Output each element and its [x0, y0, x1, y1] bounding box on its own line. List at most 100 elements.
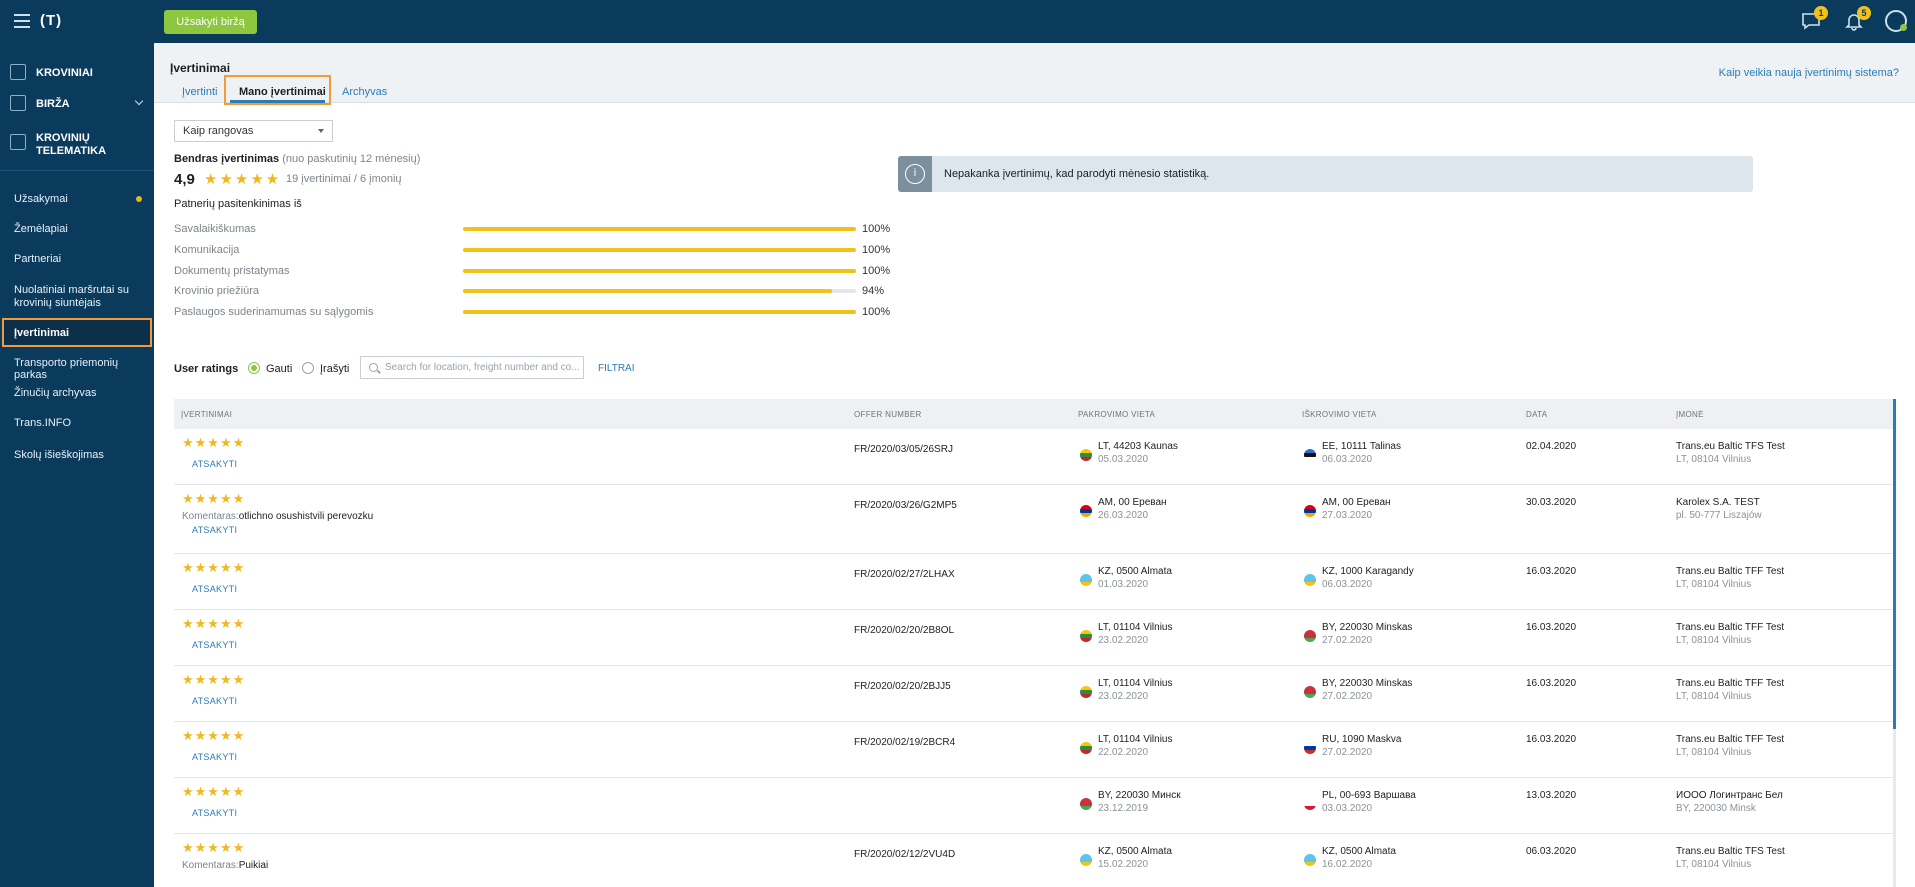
help-link[interactable]: Kaip veikia nauja įvertinimų sistema?	[1719, 67, 1899, 79]
chevron-down-icon	[134, 96, 144, 106]
column-header[interactable]: IŠKROVIMO VIETA	[1302, 410, 1377, 419]
menu-icon[interactable]	[14, 14, 30, 28]
order-exchange-button[interactable]: Užsakyti biržą	[164, 10, 257, 34]
offer-number[interactable]: FR/2020/03/05/26SRJ	[854, 444, 953, 455]
radio-written[interactable]	[302, 362, 314, 374]
column-header[interactable]: OFFER NUMBER	[854, 410, 922, 419]
company-address: LT, 08104 Vilnius	[1676, 691, 1752, 702]
company-name[interactable]: ИООО Логинтранс Бел	[1676, 790, 1783, 801]
loading-date: 23.02.2020	[1098, 635, 1149, 646]
sidebar-item-transinfo[interactable]: Trans.INFO	[0, 417, 154, 429]
role-select[interactable]: Kaip rangovas	[174, 120, 333, 142]
offer-number[interactable]: FR/2020/02/20/2BJJ5	[854, 681, 951, 692]
offer-number[interactable]: FR/2020/02/20/2B8OL	[854, 625, 954, 636]
user-avatar[interactable]	[1885, 10, 1907, 32]
reply-link[interactable]: ATSAKYTI	[192, 640, 237, 650]
unloading-place: KZ, 1000 Karagandy	[1322, 566, 1414, 577]
flag-am-icon	[1304, 505, 1316, 517]
rating-stars: ★★★★★	[182, 672, 246, 687]
sidebar-item-label: Žemėlapiai	[14, 223, 68, 235]
sidebar: KROVINIAI BIRŽA KROVINIŲ TELEMATIKA Užsa…	[0, 43, 154, 887]
criteria-bar-fill	[463, 227, 856, 231]
sidebar-item-partners[interactable]: Partneriai	[0, 253, 154, 265]
sidebar-item-orders[interactable]: Užsakymai	[0, 193, 154, 205]
reply-link[interactable]: ATSAKYTI	[192, 525, 237, 535]
table-row[interactable]: ★★★★★ Komentaras:Puikiai FR/2020/02/12/2VU…	[174, 834, 1896, 887]
notifications-button[interactable]: 5	[1843, 6, 1871, 32]
reply-link[interactable]: ATSAKYTI	[192, 584, 237, 594]
table-row[interactable]: ★★★★★ ATSAKYTI FR/2020/02/20/2BJJ5 LT, 0110…	[174, 666, 1896, 722]
table-row[interactable]: ★★★★★ ATSAKYTI BY, 220030 Минск 23.12.2019 P…	[174, 778, 1896, 834]
company-name[interactable]: Trans.eu Baltic TFF Test	[1676, 734, 1784, 745]
sidebar-item-label: Partneriai	[14, 253, 62, 265]
scrollbar-thumb[interactable]	[1893, 399, 1896, 729]
rating-stars: ★★★★★	[182, 784, 246, 799]
radio-received[interactable]	[248, 362, 260, 374]
reply-link[interactable]: ATSAKYTI	[192, 808, 237, 818]
criteria-label: Dokumentų pristatymas	[174, 265, 290, 277]
rating-date: 30.03.2020	[1526, 497, 1577, 508]
column-header[interactable]: DATA	[1526, 410, 1547, 419]
rating-comment: Komentaras:Puikiai	[182, 860, 268, 871]
company-address: LT, 08104 Vilnius	[1676, 859, 1752, 870]
overall-period: (nuo paskutinių 12 mėnesių)	[282, 153, 421, 165]
reply-link[interactable]: ATSAKYTI	[192, 696, 237, 706]
sidebar-item-ratings[interactable]: Įvertinimai	[0, 327, 154, 339]
offer-number[interactable]: FR/2020/02/19/2BCR4	[854, 737, 955, 748]
sidebar-item-message-archive[interactable]: Žinučių archyvas	[0, 387, 154, 399]
offer-number[interactable]: FR/2020/02/12/2VU4D	[854, 849, 955, 860]
overall-title-text: Bendras įvertinimas	[174, 153, 280, 165]
criteria-percent: 100%	[862, 223, 891, 235]
column-header[interactable]: ĮVERTINIMAI	[181, 410, 232, 419]
table-row[interactable]: ★★★★★ ATSAKYTI FR/2020/02/19/2BCR4 LT, 0110…	[174, 722, 1896, 778]
sidebar-item-label: krovinių siuntėjais	[14, 297, 101, 309]
flag-ee-icon	[1304, 449, 1316, 461]
logo[interactable]: (T)	[40, 12, 62, 29]
company-name[interactable]: Trans.eu Baltic TFF Test	[1676, 622, 1784, 633]
sidebar-item-routes[interactable]: Nuolatiniai maršrutai su krovinių siuntė…	[0, 284, 154, 309]
company-name[interactable]: Trans.eu Baltic TFF Test	[1676, 678, 1784, 689]
radio-received-label[interactable]: Gauti	[266, 363, 292, 375]
rating-stars: ★★★★★	[182, 840, 246, 855]
sidebar-item-debt-collection[interactable]: Skolų išieškojimas	[0, 449, 154, 461]
sidebar-item-fleet[interactable]: Transporto priemonių parkas	[0, 357, 154, 381]
table-row[interactable]: ★★★★★ ATSAKYTI FR/2020/03/05/26SRJ LT, 4420…	[174, 429, 1896, 485]
company-name[interactable]: Karolex S.A. TEST	[1676, 497, 1760, 508]
table-scrollbar[interactable]	[1893, 399, 1896, 887]
rating-date: 13.03.2020	[1526, 790, 1577, 801]
radio-written-label[interactable]: Įrašyti	[320, 363, 349, 375]
flag-by-icon	[1080, 798, 1092, 810]
tab-archive[interactable]: Archyvas	[342, 86, 387, 98]
company-address: LT, 08104 Vilnius	[1676, 454, 1752, 465]
table-row[interactable]: ★★★★★ Komentaras:otlichno osushistvili pe…	[174, 485, 1896, 554]
sidebar-section-label: TELEMATIKA	[36, 145, 107, 157]
tab-my-ratings[interactable]: Mano įvertinimai	[239, 86, 326, 98]
table-row[interactable]: ★★★★★ ATSAKYTI FR/2020/02/27/2LHAX KZ, 0500…	[174, 554, 1896, 610]
reply-link[interactable]: ATSAKYTI	[192, 752, 237, 762]
company-name[interactable]: Trans.eu Baltic TFS Test	[1676, 846, 1785, 857]
ratings-table: ĮVERTINIMAI OFFER NUMBER PAKROVIMO VIETA…	[174, 399, 1896, 887]
messages-button[interactable]: 1	[1800, 6, 1828, 32]
company-name[interactable]: Trans.eu Baltic TFF Test	[1676, 566, 1784, 577]
reply-link[interactable]: ATSAKYTI	[192, 459, 237, 469]
sidebar-item-label: Žinučių archyvas	[14, 387, 97, 399]
column-header[interactable]: ĮMONĖ	[1676, 410, 1704, 419]
flag-kz-icon	[1080, 854, 1092, 866]
sidebar-item-maps[interactable]: Žemėlapiai	[0, 223, 154, 235]
overall-rating-title: Bendras įvertinimas (nuo paskutinių 12 m…	[174, 153, 420, 165]
table-row[interactable]: ★★★★★ ATSAKYTI FR/2020/02/20/2B8OL LT, 0110…	[174, 610, 1896, 666]
tab-rate[interactable]: Įvertinti	[182, 86, 217, 98]
unloading-date: 03.03.2020	[1322, 803, 1373, 814]
column-header[interactable]: PAKROVIMO VIETA	[1078, 410, 1155, 419]
search-box	[360, 356, 584, 379]
overall-stars: ★★★★★	[204, 171, 282, 188]
search-input[interactable]	[385, 360, 580, 375]
company-name[interactable]: Trans.eu Baltic TFS Test	[1676, 441, 1785, 452]
filters-link[interactable]: FILTRAI	[598, 363, 634, 374]
offer-number[interactable]: FR/2020/03/26/G2MP5	[854, 500, 957, 511]
company-address: LT, 08104 Vilnius	[1676, 579, 1752, 590]
offer-number[interactable]: FR/2020/02/27/2LHAX	[854, 569, 955, 580]
sidebar-section-label: KROVINIAI	[36, 67, 93, 79]
rating-stars: ★★★★★	[182, 435, 246, 450]
info-banner: i Nepakanka įvertinimų, kad parodyti mėn…	[898, 156, 1753, 192]
